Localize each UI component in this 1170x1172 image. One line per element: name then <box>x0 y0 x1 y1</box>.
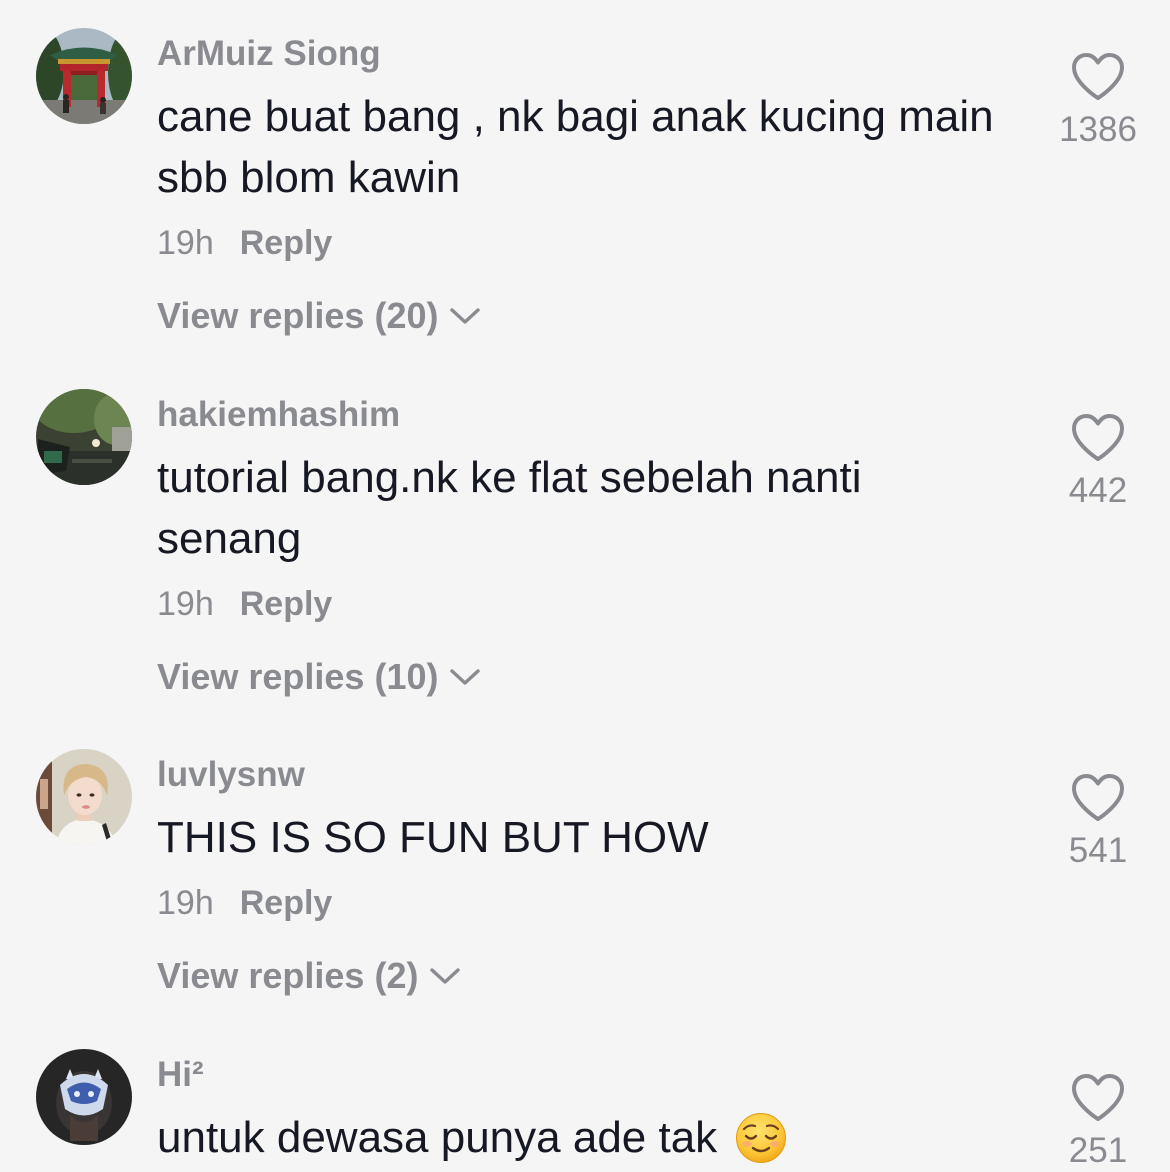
username[interactable]: luvlysnw <box>157 749 1027 801</box>
comment-text-line: untuk dewasa punya ade tak <box>157 1107 1027 1168</box>
reply-button[interactable]: Reply <box>240 585 333 623</box>
avatar[interactable] <box>36 28 132 124</box>
view-replies-button[interactable]: View replies (10) <box>157 652 1027 702</box>
like-count: 442 <box>1068 471 1128 510</box>
avatar[interactable] <box>36 389 132 485</box>
like-count: 251 <box>1068 1131 1128 1170</box>
view-replies-label: View replies (2) <box>157 955 419 996</box>
view-replies-label: View replies (10) <box>157 656 439 697</box>
comment-timestamp: 19h <box>157 884 214 922</box>
avatar-image <box>36 28 132 124</box>
like-count: 541 <box>1068 831 1128 870</box>
reply-button[interactable]: Reply <box>240 884 333 922</box>
like-count: 1386 <box>1059 110 1137 149</box>
comment-meta: 19h Reply <box>157 579 1027 629</box>
heart-outline-icon[interactable] <box>1070 773 1126 823</box>
view-replies-label: View replies (20) <box>157 295 439 336</box>
view-replies-button[interactable]: View replies (20) <box>157 291 1027 341</box>
reply-button[interactable]: Reply <box>240 224 333 262</box>
avatar-image <box>36 1049 132 1145</box>
comment-text-line: senang <box>157 514 302 563</box>
comment-meta: 19h Reply <box>157 218 1027 268</box>
comment-text-line: cane buat bang , nk bagi anak kucing mai… <box>157 92 994 141</box>
comment-timestamp: 19h <box>157 224 214 262</box>
like-control: 1386 <box>1050 52 1146 150</box>
comment-text: THIS IS SO FUN BUT HOW <box>157 807 1027 868</box>
like-control: 251 <box>1050 1073 1146 1171</box>
comment-text-line: THIS IS SO FUN BUT HOW <box>157 813 709 862</box>
username[interactable]: Hi² <box>157 1049 1027 1101</box>
heart-outline-icon[interactable] <box>1070 413 1126 463</box>
comment-body: hakiemhashim tutorial bang.nk ke flat se… <box>157 389 1027 702</box>
comment-text-line: tutorial bang.nk ke flat sebelah nanti <box>157 453 862 502</box>
avatar[interactable] <box>36 1049 132 1145</box>
comment-body: Hi² untuk dewasa punya ade tak <box>157 1049 1027 1168</box>
relieved-face-emoji-icon <box>735 1112 787 1164</box>
comment-text-content: untuk dewasa punya ade tak <box>157 1113 718 1162</box>
heart-outline-icon[interactable] <box>1070 52 1126 102</box>
avatar[interactable] <box>36 749 132 845</box>
comment-meta: 19h Reply <box>157 878 1027 928</box>
comment-text-line: sbb blom kawin <box>157 153 461 202</box>
avatar-image <box>36 749 132 845</box>
chevron-down-icon <box>448 666 482 688</box>
comment-timestamp: 19h <box>157 585 214 623</box>
chevron-down-icon <box>448 305 482 327</box>
comments-list: ArMuiz Siong cane buat bang , nk bagi an… <box>0 0 1170 1172</box>
comment-body: ArMuiz Siong cane buat bang , nk bagi an… <box>157 28 1027 341</box>
username[interactable]: hakiemhashim <box>157 389 1027 441</box>
view-replies-button[interactable]: View replies (2) <box>157 951 1027 1001</box>
chevron-down-icon <box>428 965 462 987</box>
avatar-image <box>36 389 132 485</box>
comment-body: luvlysnw THIS IS SO FUN BUT HOW 19h Reply… <box>157 749 1027 1001</box>
comment-text: tutorial bang.nk ke flat sebelah nanti s… <box>157 447 1027 569</box>
like-control: 541 <box>1050 773 1146 871</box>
username[interactable]: ArMuiz Siong <box>157 28 1027 80</box>
like-control: 442 <box>1050 413 1146 511</box>
comment-text: cane buat bang , nk bagi anak kucing mai… <box>157 86 1027 208</box>
comment-text: untuk dewasa punya ade tak <box>157 1107 1027 1168</box>
heart-outline-icon[interactable] <box>1070 1073 1126 1123</box>
